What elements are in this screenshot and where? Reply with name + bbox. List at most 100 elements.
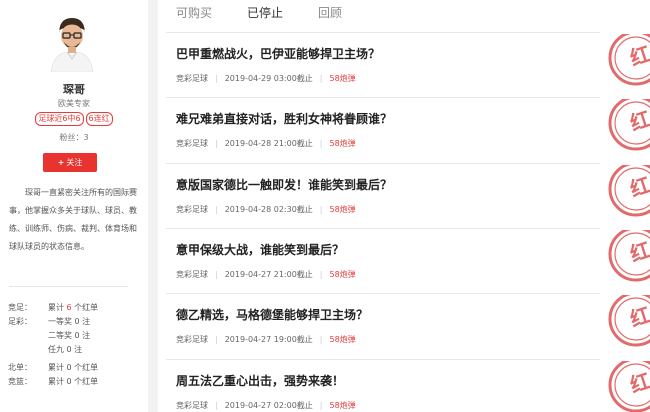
row-divider xyxy=(166,358,600,360)
meta-separator: | xyxy=(215,74,218,83)
article-category: 竞彩足球 xyxy=(176,269,208,279)
stamp-label: 红 xyxy=(627,368,650,397)
article-price: 58炮弹 xyxy=(329,74,356,83)
stat-category: 竞足： xyxy=(8,303,32,312)
stat-category: 北单： xyxy=(8,363,32,372)
article-item[interactable]: 难兄难弟直接对话，胜利女神将眷顾谁？ 竞彩足球 | 2019-04-28 21:00截… xyxy=(158,97,650,161)
article-meta: 竞彩足球 | 2019-04-28 02:30截止 | 58炮弹 xyxy=(176,204,356,215)
stat-value: 一等奖 0 注 xyxy=(48,317,91,326)
follow-button[interactable]: + 关注 xyxy=(43,153,97,172)
article-title[interactable]: 意版国家德比一触即发！谁能笑到最后？ xyxy=(176,176,392,193)
article-title[interactable]: 意甲保级大战，谁能笑到最后？ xyxy=(176,241,344,258)
meta-separator: | xyxy=(215,139,218,149)
article-meta: 竞彩足球 | 2019-04-28 21:00截止 | 58炮弹 xyxy=(176,138,356,149)
article-deadline: 2019-04-29 03:00截止 xyxy=(224,74,313,83)
stat-row: 二等奖 0 注 xyxy=(8,329,143,343)
status-tabs: 可购买 已停止 回顾 xyxy=(158,0,650,24)
divider xyxy=(9,286,128,287)
meta-separator: | xyxy=(215,400,218,410)
stamp-label: 红 xyxy=(627,172,650,201)
fan-count: 粉丝：3 xyxy=(59,133,89,142)
article-item[interactable]: 意版国家德比一触即发！谁能笑到最后？ 竞彩足球 | 2019-04-28 02:30截… xyxy=(158,162,650,227)
row-divider xyxy=(166,32,600,33)
article-price: 58炮弹 xyxy=(329,204,356,214)
avatar[interactable] xyxy=(47,14,97,72)
article-price: 58炮弹 xyxy=(329,400,356,410)
article-category: 竞彩足球 xyxy=(176,139,208,149)
meta-separator: | xyxy=(215,204,218,214)
stat-row: 竞足： 累计 6 个红单 xyxy=(8,301,143,315)
article-item[interactable]: 意甲保级大战，谁能笑到最后？ 竞彩足球 | 2019-04-27 21:00截止 | 58… xyxy=(158,227,650,292)
stat-value: 累计 0 个红单 xyxy=(48,377,99,386)
article-title[interactable]: 巴甲重燃战火，巴伊亚能够捍卫主场？ xyxy=(176,45,380,62)
article-price: 58炮弹 xyxy=(329,139,356,149)
red-result-stamp: 红 xyxy=(608,99,650,151)
article-deadline: 2019-04-28 21:00截止 xyxy=(224,139,313,149)
stamp-label: 红 xyxy=(627,303,650,332)
stat-value: 累计 0 个红单 xyxy=(48,363,99,372)
article-price: 58炮弹 xyxy=(329,269,356,279)
meta-separator: | xyxy=(215,269,218,279)
article-deadline: 2019-04-27 02:00截止 xyxy=(224,400,313,410)
meta-separator: | xyxy=(319,74,323,83)
article-category: 竞彩足球 xyxy=(176,74,208,83)
expert-name: 琛哥 xyxy=(63,83,85,96)
article-deadline: 2019-04-27 19:00截止 xyxy=(224,335,313,345)
tab-available[interactable]: 可购买 xyxy=(176,4,212,21)
tab-stopped[interactable]: 已停止 xyxy=(247,4,283,21)
stamp-label: 红 xyxy=(627,107,650,136)
streak-badge: 足球近6中6 xyxy=(35,112,84,126)
article-item[interactable]: 德乙精选，马格德堡能够捍卫主场？ 竞彩足球 | 2019-04-27 19:00截止 |… xyxy=(158,293,650,357)
stamp-label: 红 xyxy=(627,237,650,266)
meta-separator: | xyxy=(319,139,323,149)
stat-category: 竞篮： xyxy=(8,377,32,386)
stamp-label: 红 xyxy=(627,41,650,70)
stat-row: 北单： 累计 0 个红单 xyxy=(8,361,143,375)
article-category: 竞彩足球 xyxy=(176,204,208,214)
tab-review[interactable]: 回顾 xyxy=(318,4,342,21)
meta-separator: | xyxy=(319,269,323,279)
stat-value: 任九 0 注 xyxy=(48,345,83,354)
article-meta: 竞彩足球 | 2019-04-27 02:00截止 | 58炮弹 xyxy=(176,400,356,411)
win-streak-badge: 6连红 xyxy=(85,112,113,126)
article-title[interactable]: 周五法乙重心出击，强势来袭！ xyxy=(176,372,344,389)
badge-group: 足球近6中6 6连红 xyxy=(0,112,148,126)
article-list-panel: 可购买 已停止 回顾 巴甲重燃战火，巴伊亚能够捍卫主场？ 竞彩足球 | 2019-04… xyxy=(158,0,650,412)
article-item[interactable]: 巴甲重燃战火，巴伊亚能够捍卫主场？ 竞彩足球 | 2019-04-29 03:00截止… xyxy=(158,32,650,96)
article-category: 竞彩足球 xyxy=(176,335,208,345)
article-item[interactable]: 周五法乙重心出击，强势来袭！ 竞彩足球 | 2019-04-27 02:00截止 | 58… xyxy=(158,358,650,412)
red-result-stamp: 红 xyxy=(608,360,650,412)
row-divider xyxy=(166,97,600,99)
record-stats: 竞足： 累计 6 个红单 足彩： 一等奖 0 注 二等奖 0 注 任九 0 注 … xyxy=(8,301,143,389)
meta-separator: | xyxy=(215,335,218,345)
row-divider xyxy=(166,162,600,164)
red-result-stamp: 红 xyxy=(608,34,650,86)
article-title[interactable]: 难兄难弟直接对话，胜利女神将眷顾谁？ xyxy=(176,110,392,127)
article-meta: 竞彩足球 | 2019-04-29 03:00截止 | 58炮弹 xyxy=(176,73,356,84)
article-meta: 竞彩足球 | 2019-04-27 21:00截止 | 58炮弹 xyxy=(176,269,356,280)
article-title[interactable]: 德乙精选，马格德堡能够捍卫主场？ xyxy=(176,306,368,323)
meta-separator: | xyxy=(319,204,323,214)
article-category: 竞彩足球 xyxy=(176,400,208,410)
stat-row: 任九 0 注 xyxy=(8,343,143,357)
expert-bio: 琛哥一直紧密关注所有的国际赛事，他掌握众多关于球队、球员、教练、训练师、伤病、裁… xyxy=(9,188,137,251)
stat-row: 足彩： 一等奖 0 注 xyxy=(8,315,143,329)
article-meta: 竞彩足球 | 2019-04-27 19:00截止 | 58炮弹 xyxy=(176,334,356,345)
red-result-stamp: 红 xyxy=(608,229,650,282)
article-price: 58炮弹 xyxy=(329,335,356,345)
red-result-stamp: 红 xyxy=(608,295,650,347)
plus-icon: + xyxy=(57,158,65,167)
meta-separator: | xyxy=(319,400,323,410)
stat-value: 二等奖 0 注 xyxy=(48,331,91,340)
stat-row: 竞篮： 累计 0 个红单 xyxy=(8,375,143,389)
stat-value: 累计 6 个红单 xyxy=(48,303,99,312)
row-divider xyxy=(166,227,600,229)
article-deadline: 2019-04-28 02:30截止 xyxy=(224,204,313,214)
meta-separator: | xyxy=(319,335,323,345)
stat-category: 足彩： xyxy=(8,317,32,326)
red-result-stamp: 红 xyxy=(608,164,650,217)
expert-title: 欧美专家 xyxy=(58,99,90,108)
row-divider xyxy=(166,293,600,295)
follow-label: 关注 xyxy=(66,158,83,167)
article-deadline: 2019-04-27 21:00截止 xyxy=(224,269,313,279)
